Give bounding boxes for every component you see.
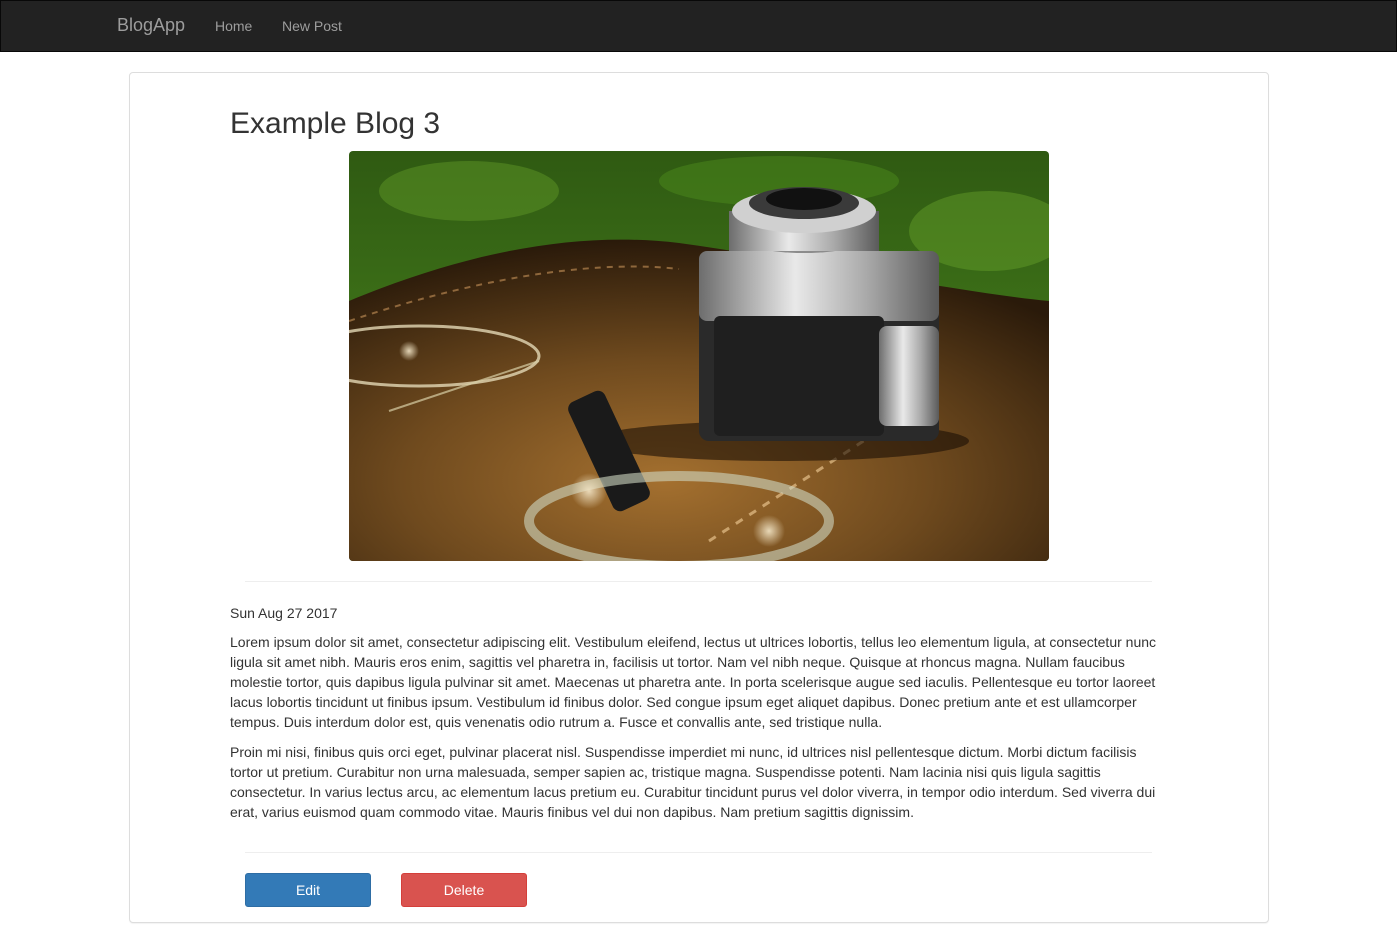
camera-photo-illustration [349,151,1049,561]
divider-top [245,581,1152,582]
divider-bottom [245,852,1152,853]
post-paragraph-2: Proin mi nisi, finibus quis orci eget, p… [230,744,1156,820]
post-image [349,151,1049,561]
post-paragraph-1: Lorem ipsum dolor sit amet, consectetur … [230,634,1157,730]
edit-button[interactable]: Edit [245,873,371,907]
brand-link[interactable]: BlogApp [117,15,185,36]
nav-link-home[interactable]: Home [215,18,252,34]
nav-link-new-post[interactable]: New Post [282,18,342,34]
post-date: Sun Aug 27 2017 [230,605,338,621]
navbar: BlogApp Home New Post [0,0,1397,52]
post-title: Example Blog 3 [230,107,441,140]
delete-button[interactable]: Delete [401,873,527,907]
